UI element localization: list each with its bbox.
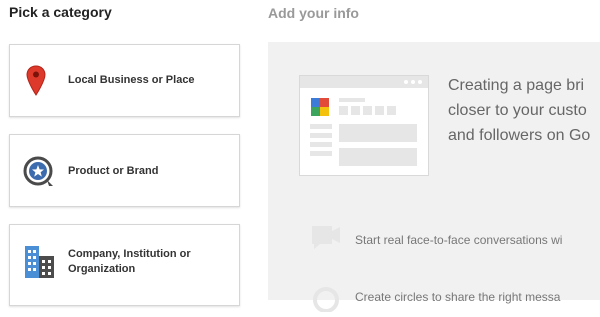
circles-icon bbox=[310, 286, 342, 317]
category-label-line1: Company, Institution or bbox=[68, 248, 191, 260]
video-camera-icon bbox=[310, 224, 342, 255]
page-mockup-illustration bbox=[299, 75, 429, 176]
feature-text-circles: Create circles to share the right messa bbox=[355, 290, 561, 304]
category-local-business-card[interactable]: Local Business or Place bbox=[9, 44, 240, 117]
feature-text-conversations: Start real face-to-face conversations wi bbox=[355, 233, 563, 247]
add-info-heading: Add your info bbox=[268, 5, 359, 21]
pick-category-heading: Pick a category bbox=[9, 4, 112, 20]
benefits-line-3: and followers on Go bbox=[448, 127, 591, 144]
category-product-brand-card[interactable]: Product or Brand bbox=[9, 134, 240, 207]
benefits-line-2: closer to your custo bbox=[448, 102, 587, 119]
category-company-card[interactable]: Company, Institution or Organization bbox=[9, 224, 240, 306]
info-panel: Creating a page bri closer to your custo… bbox=[268, 42, 600, 313]
category-label-line2: Organization bbox=[68, 263, 136, 275]
category-label: Local Business or Place bbox=[68, 74, 195, 86]
buildings-icon bbox=[23, 244, 59, 285]
brand-badge-icon bbox=[23, 156, 55, 193]
map-pin-icon bbox=[26, 65, 46, 101]
category-label: Product or Brand bbox=[68, 165, 159, 177]
page-benefits-text: Creating a page bri closer to your custo… bbox=[448, 73, 600, 148]
benefits-line-1: Creating a page bri bbox=[448, 77, 585, 94]
google-logo-icon bbox=[311, 98, 329, 116]
